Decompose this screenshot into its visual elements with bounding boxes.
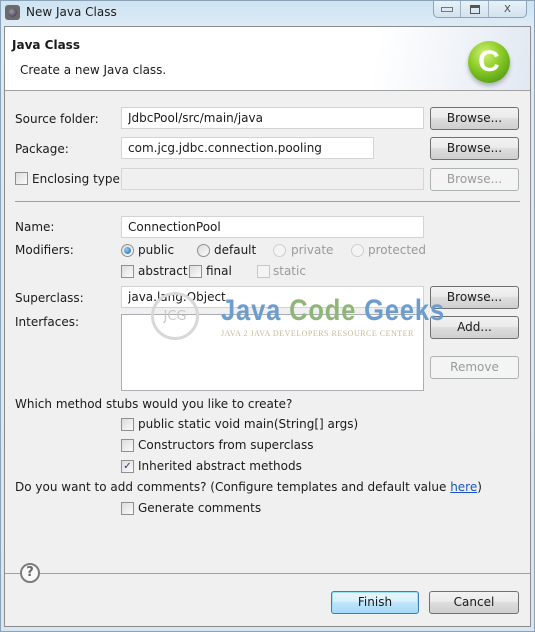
public-label: public	[138, 243, 175, 257]
method-stubs-question: Which method stubs would you like to cre…	[15, 397, 293, 411]
private-label: private	[291, 243, 334, 257]
final-checkbox[interactable]	[189, 265, 202, 278]
comments-question-suffix: )	[477, 480, 482, 494]
enclosing-type-browse-button: Browse...	[430, 168, 519, 191]
source-folder-browse-button[interactable]: Browse...	[430, 107, 519, 130]
maximize-button[interactable]	[461, 1, 489, 17]
comments-question: Do you want to add comments? (Configure …	[15, 480, 482, 494]
add-interface-button[interactable]: Add...	[430, 316, 519, 339]
static-checkbox	[257, 265, 270, 278]
name-label: Name:	[15, 220, 55, 234]
class-name-input[interactable]	[121, 216, 424, 238]
generate-comments-checkbox[interactable]	[121, 502, 134, 515]
superclass-browse-button[interactable]: Browse...	[430, 286, 519, 309]
package-label: Package:	[15, 142, 69, 156]
enclosing-type-input	[121, 168, 424, 190]
static-label: static	[273, 264, 306, 278]
superclass-input[interactable]	[121, 286, 424, 308]
footer-separator	[5, 573, 530, 574]
public-radio[interactable]	[121, 244, 134, 257]
main-method-checkbox[interactable]	[121, 418, 134, 431]
default-label: default	[214, 243, 257, 257]
interfaces-list[interactable]	[121, 314, 424, 391]
wizard-description: Create a new Java class.	[20, 63, 167, 77]
source-folder-label: Source folder:	[15, 112, 99, 126]
abstract-checkbox[interactable]	[121, 265, 134, 278]
dialog-window: New Java Class X Java Class Create a new…	[0, 0, 535, 632]
configure-templates-link[interactable]: here	[450, 480, 477, 494]
eclipse-app-icon	[5, 5, 20, 20]
remove-interface-button: Remove	[430, 356, 519, 379]
generate-comments-label: Generate comments	[138, 501, 262, 515]
protected-label: protected	[368, 243, 427, 257]
comments-question-text: Do you want to add comments? (Configure …	[15, 480, 451, 494]
default-radio[interactable]	[197, 244, 210, 257]
abstract-label: abstract	[138, 264, 188, 278]
cancel-button[interactable]: Cancel	[429, 591, 519, 614]
source-folder-input[interactable]	[121, 107, 424, 129]
inherited-methods-checkbox[interactable]: ✓	[121, 460, 134, 473]
package-browse-button[interactable]: Browse...	[430, 137, 519, 160]
window-controls: X	[433, 1, 527, 18]
java-class-icon: C	[468, 41, 510, 83]
enclosing-type-checkbox[interactable]	[15, 172, 28, 185]
help-icon[interactable]: ?	[20, 563, 40, 583]
dialog-content: Java Class Create a new Java class. C So…	[4, 26, 531, 627]
constructors-checkbox[interactable]	[121, 439, 134, 452]
final-label: final	[206, 264, 232, 278]
title-bar[interactable]: New Java Class X	[1, 1, 534, 25]
minimize-button[interactable]	[434, 1, 462, 17]
close-button[interactable]: X	[489, 1, 526, 17]
constructors-label: Constructors from superclass	[138, 438, 314, 452]
wizard-header: Java Class Create a new Java class. C	[5, 27, 530, 91]
inherited-methods-label: Inherited abstract methods	[138, 459, 302, 473]
protected-radio	[351, 244, 364, 257]
window-title: New Java Class	[26, 5, 117, 19]
main-method-label: public static void main(String[] args)	[138, 417, 359, 431]
package-input[interactable]	[121, 137, 374, 159]
finish-button[interactable]: Finish	[331, 591, 419, 614]
private-radio	[273, 244, 286, 257]
wizard-title: Java Class	[12, 38, 80, 52]
modifiers-label: Modifiers:	[15, 243, 74, 257]
interfaces-label: Interfaces:	[15, 315, 80, 329]
superclass-label: Superclass:	[15, 291, 84, 305]
enclosing-type-label: Enclosing type:	[32, 172, 124, 186]
separator	[15, 201, 520, 202]
